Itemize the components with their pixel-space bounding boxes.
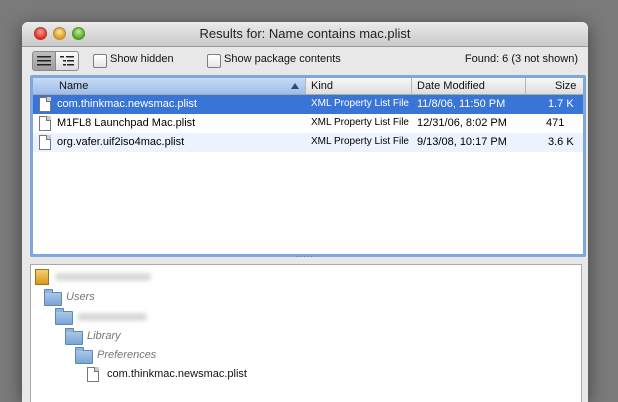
document-icon [87,367,99,382]
path-browser[interactable]: Users Library Preferences com.thinkmac.n… [30,264,582,402]
toolbar: Show hidden Show package contents Found:… [22,47,588,73]
redacted-volume-name [55,273,151,281]
results-table[interactable]: Name Kind Date Modified Size com.thinkma… [30,75,586,257]
hard-drive-icon [35,269,49,285]
redacted-user-folder [77,313,147,321]
column-header-kind[interactable]: Kind [311,80,333,92]
file-name: com.thinkmac.newsmac.plist [57,98,197,110]
column-header-size[interactable]: Size [555,80,576,92]
file-size: 3.6 K [548,136,574,148]
show-package-contents-label[interactable]: Show package contents [224,53,341,65]
table-row[interactable]: M1FL8 Launchpad Mac.plist XML Property L… [33,114,583,133]
path-item-file[interactable]: com.thinkmac.newsmac.plist [107,368,247,380]
path-item-library[interactable]: Library [87,330,121,342]
column-divider[interactable] [525,78,526,94]
file-size: 471 [546,117,565,129]
title-bar[interactable]: Results for: Name contains mac.plist [22,22,588,47]
folder-icon [55,308,73,325]
find-results-window: Results for: Name contains mac.plist Sho… [22,22,588,402]
outline-view-button[interactable] [55,51,79,71]
show-hidden-label[interactable]: Show hidden [110,53,174,65]
column-header-name-label: Name [59,80,89,92]
file-date-modified: 11/8/06, 11:50 PM [417,98,506,110]
sort-ascending-icon [291,83,299,89]
document-icon [39,97,51,112]
path-item-users[interactable]: Users [66,291,95,303]
outline-view-icon [60,56,74,66]
table-row[interactable]: com.thinkmac.newsmac.plist XML Property … [33,95,583,114]
folder-icon [75,347,93,364]
list-view-button[interactable] [32,51,56,71]
document-icon [39,135,51,150]
table-row[interactable]: org.vafer.uif2iso4mac.plist XML Property… [33,133,583,152]
document-icon [39,116,51,131]
file-name: org.vafer.uif2iso4mac.plist [57,136,185,148]
folder-icon [44,289,62,306]
column-divider[interactable] [305,78,306,94]
column-header-name[interactable]: Name [33,78,305,94]
file-date-modified: 12/31/06, 8:02 PM [417,117,507,129]
file-date-modified: 9/13/08, 10:17 PM [417,136,507,148]
file-kind: XML Property List File [311,136,409,147]
path-item-preferences[interactable]: Preferences [97,349,156,361]
column-divider[interactable] [411,78,412,94]
file-name: M1FL8 Launchpad Mac.plist [57,117,196,129]
list-view-icon [37,56,51,66]
folder-icon [65,328,83,345]
table-header: Name Kind Date Modified Size [33,78,583,95]
found-count: Found: 6 (3 not shown) [464,53,578,65]
column-header-date-modified[interactable]: Date Modified [417,80,485,92]
file-size: 1.7 K [548,98,574,110]
show-hidden-checkbox[interactable] [93,54,107,68]
file-kind: XML Property List File [311,98,409,109]
file-kind: XML Property List File [311,117,409,128]
show-package-contents-checkbox[interactable] [207,54,221,68]
window-title: Results for: Name contains mac.plist [199,26,411,41]
split-view-divider[interactable]: ····· [22,253,588,263]
